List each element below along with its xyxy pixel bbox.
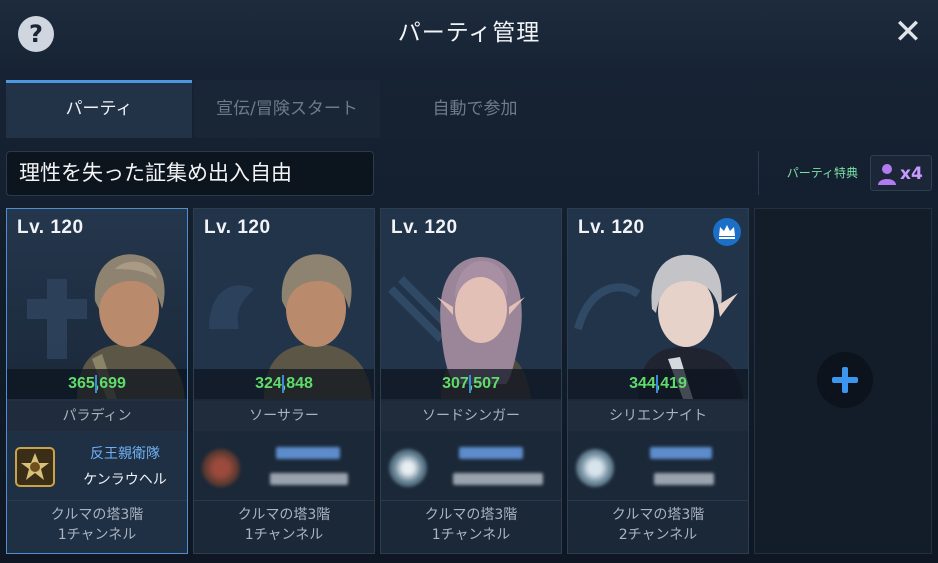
- empty-member-slot: [754, 208, 932, 554]
- blurred-guild-name: [459, 447, 523, 459]
- power-marker: [656, 375, 658, 393]
- member-level: Lv. 120: [578, 217, 645, 238]
- power-marker: [95, 375, 97, 393]
- power-band: 344,419: [568, 369, 748, 399]
- blurred-character-name: [453, 473, 543, 485]
- member-character-name: ケンラウヘル: [83, 472, 167, 488]
- power-band: 307,507: [381, 369, 561, 399]
- guild-emblem-icon: [389, 449, 427, 487]
- power-band: 324,848: [194, 369, 374, 399]
- tab-bar: パーティ 宣伝/冒険スタート 自動で参加: [6, 80, 932, 138]
- member-location-channel: 1チャンネル: [57, 527, 137, 543]
- member-class: パラディン: [7, 401, 187, 431]
- member-combat-power: 344,419: [629, 375, 687, 392]
- member-level: Lv. 120: [391, 217, 458, 238]
- member-location: クルマの塔3階 1チャンネル: [7, 505, 187, 545]
- blurred-character-name: [270, 473, 348, 485]
- power-band: 365,699: [7, 369, 187, 399]
- member-location-channel: 2チャンネル: [618, 527, 698, 543]
- page-title: パーティ管理: [397, 20, 541, 46]
- tab-advertise-start[interactable]: 宣伝/冒険スタート: [194, 80, 380, 138]
- close-button[interactable]: ✕: [888, 12, 928, 52]
- close-icon: ✕: [893, 12, 923, 52]
- power-marker: [469, 375, 471, 393]
- member-location-area: クルマの塔3階: [424, 507, 518, 523]
- party-name-field[interactable]: 理性を失った証集め出入自由: [6, 151, 374, 196]
- invite-member-button[interactable]: [817, 352, 873, 408]
- plus-icon-horizontal: [832, 377, 858, 383]
- member-class: ソーサラー: [194, 401, 374, 431]
- tab-party[interactable]: パーティ: [6, 80, 192, 138]
- member-combat-power: 324,848: [255, 375, 313, 392]
- member-guild-info-blurred: [568, 431, 748, 501]
- member-guild-info-blurred: [194, 431, 374, 501]
- header-bar: ? パーティ管理 ✕: [0, 0, 938, 66]
- guild-emblem-icon: [576, 449, 614, 487]
- member-card[interactable]: Lv. 120 324,848 ソーサラー クルマの塔3階 1チャンネル: [193, 208, 375, 554]
- member-guild-info: 反王親衛隊 ケンラウヘル: [7, 431, 187, 501]
- tab-auto-join[interactable]: 自動で参加: [382, 80, 568, 138]
- member-card[interactable]: Lv. 120 365,699 パラディン 反王親衛隊 ケンラウヘル クルマの塔…: [6, 208, 188, 554]
- member-combat-power: 365,699: [68, 375, 126, 392]
- crown-icon: [713, 218, 741, 246]
- member-location-area: クルマの塔3階: [237, 507, 331, 523]
- member-class: ソードシンガー: [381, 401, 561, 431]
- member-level: Lv. 120: [17, 217, 84, 238]
- guild-emblem-icon: [15, 447, 55, 487]
- member-guild-name: 反王親衛隊: [90, 446, 160, 462]
- member-class: シリエンナイト: [568, 401, 748, 431]
- member-card[interactable]: Lv. 120 344,419 シリエンナイト クルマの塔3階 2チャンネル: [567, 208, 749, 554]
- member-guild-info-blurred: [381, 431, 561, 501]
- member-location-area: クルマの塔3階: [611, 507, 705, 523]
- member-location-channel: 1チャンネル: [431, 527, 511, 543]
- person-icon: [878, 164, 896, 185]
- member-location: クルマの塔3階 1チャンネル: [194, 505, 374, 545]
- blurred-guild-name: [650, 447, 712, 459]
- member-location: クルマの塔3階 2チャンネル: [568, 505, 748, 545]
- member-combat-power: 307,507: [442, 375, 500, 392]
- member-location-channel: 1チャンネル: [244, 527, 324, 543]
- blurred-guild-name: [276, 447, 340, 459]
- guild-emblem-icon: [202, 449, 240, 487]
- member-location-area: クルマの塔3階: [50, 507, 144, 523]
- party-bonus-button[interactable]: x4: [870, 155, 932, 191]
- party-bonus-label: パーティ特典: [758, 151, 866, 195]
- power-marker: [282, 375, 284, 393]
- member-card[interactable]: Lv. 120 307,507 ソードシンガー クルマの塔3階 1チャンネル: [380, 208, 562, 554]
- blurred-character-name: [654, 473, 714, 485]
- party-bonus-count: x4: [900, 164, 923, 184]
- member-location: クルマの塔3階 1チャンネル: [381, 505, 561, 545]
- member-level: Lv. 120: [204, 217, 271, 238]
